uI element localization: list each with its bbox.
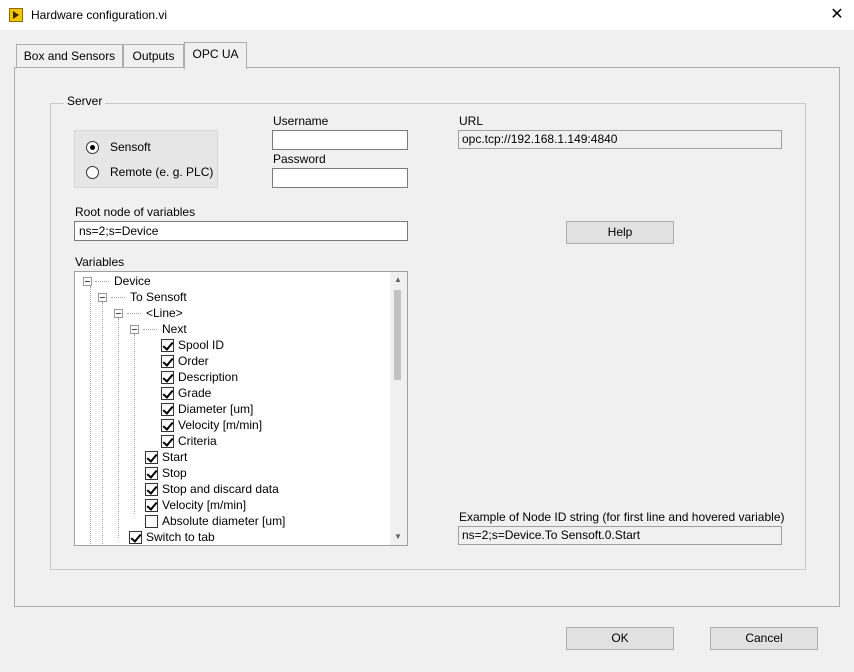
tree-node-spool-id[interactable]: Spool ID [178, 337, 224, 353]
variables-tree[interactable]: Device To Sensoft <Line> Next Spool ID O… [74, 271, 408, 546]
tree-node-velocity[interactable]: Velocity [m/min] [162, 497, 246, 513]
tree-node-to-sensoft[interactable]: To Sensoft [130, 289, 187, 305]
root-node-label: Root node of variables [75, 205, 196, 219]
tree-node-absolute-diameter[interactable]: Absolute diameter [um] [162, 513, 285, 529]
variables-label: Variables [75, 255, 125, 269]
radio-remote[interactable] [86, 166, 99, 179]
tree-node-device[interactable]: Device [114, 273, 151, 289]
scrollbar-thumb[interactable] [394, 290, 401, 380]
scroll-up-arrow-icon[interactable]: ▲ [392, 275, 404, 285]
tree-expander-next[interactable] [130, 325, 139, 334]
tree-node-start[interactable]: Start [162, 449, 187, 465]
tree-node-grade[interactable]: Grade [178, 385, 211, 401]
tree-node-switch-to-tab[interactable]: Switch to tab [146, 529, 215, 545]
username-label: Username [273, 114, 329, 128]
cancel-button[interactable]: Cancel [710, 627, 818, 650]
radio-sensoft[interactable] [86, 141, 99, 154]
password-label: Password [273, 152, 326, 166]
tree-node-description[interactable]: Description [178, 369, 238, 385]
radio-remote-label: Remote (e. g. PLC) [110, 165, 214, 179]
tree-expander-device[interactable] [83, 277, 92, 286]
tree-expander-to-sensoft[interactable] [98, 293, 107, 302]
checkbox-diameter[interactable] [161, 403, 174, 416]
tab-box-and-sensors[interactable]: Box and Sensors [16, 44, 123, 68]
tree-node-diameter[interactable]: Diameter [um] [178, 401, 253, 417]
tab-opc-ua[interactable]: OPC UA [184, 42, 247, 69]
close-icon[interactable]: ✕ [820, 0, 854, 31]
tree-node-stop-and-discard[interactable]: Stop and discard data [162, 481, 279, 497]
server-mode-radio-group [74, 130, 218, 188]
labview-app-icon [9, 8, 23, 22]
username-input[interactable] [272, 130, 408, 150]
example-node-id-label: Example of Node ID string (for first lin… [459, 510, 785, 524]
root-node-input[interactable]: ns=2;s=Device [74, 221, 408, 241]
tree-node-criteria[interactable]: Criteria [178, 433, 217, 449]
checkbox-start[interactable] [145, 451, 158, 464]
help-button[interactable]: Help [566, 221, 674, 244]
checkbox-stop[interactable] [145, 467, 158, 480]
checkbox-description[interactable] [161, 371, 174, 384]
checkbox-velocity[interactable] [145, 499, 158, 512]
tree-node-next[interactable]: Next [162, 321, 187, 337]
checkbox-stop-and-discard[interactable] [145, 483, 158, 496]
tree-node-stop[interactable]: Stop [162, 465, 187, 481]
password-input[interactable] [272, 168, 408, 188]
scroll-down-arrow-icon[interactable]: ▼ [392, 532, 404, 542]
ok-button[interactable]: OK [566, 627, 674, 650]
checkbox-absolute-diameter[interactable] [145, 515, 158, 528]
window-title: Hardware configuration.vi [31, 8, 168, 22]
checkbox-switch-to-tab[interactable] [129, 531, 142, 544]
checkbox-order[interactable] [161, 355, 174, 368]
example-node-id-field: ns=2;s=Device.To Sensoft.0.Start [458, 526, 782, 545]
tree-expander-line[interactable] [114, 309, 123, 318]
checkbox-grade[interactable] [161, 387, 174, 400]
checkbox-criteria[interactable] [161, 435, 174, 448]
url-label: URL [459, 114, 484, 128]
radio-sensoft-label: Sensoft [110, 140, 151, 154]
tree-node-order[interactable]: Order [178, 353, 209, 369]
tree-node-line[interactable]: <Line> [146, 305, 183, 321]
server-group-label: Server [64, 94, 106, 108]
checkbox-spool-id[interactable] [161, 339, 174, 352]
url-field: opc.tcp://192.168.1.149:4840 [458, 130, 782, 149]
tree-node-velocity-next[interactable]: Velocity [m/min] [178, 417, 262, 433]
tab-outputs[interactable]: Outputs [123, 44, 184, 68]
checkbox-velocity-next[interactable] [161, 419, 174, 432]
